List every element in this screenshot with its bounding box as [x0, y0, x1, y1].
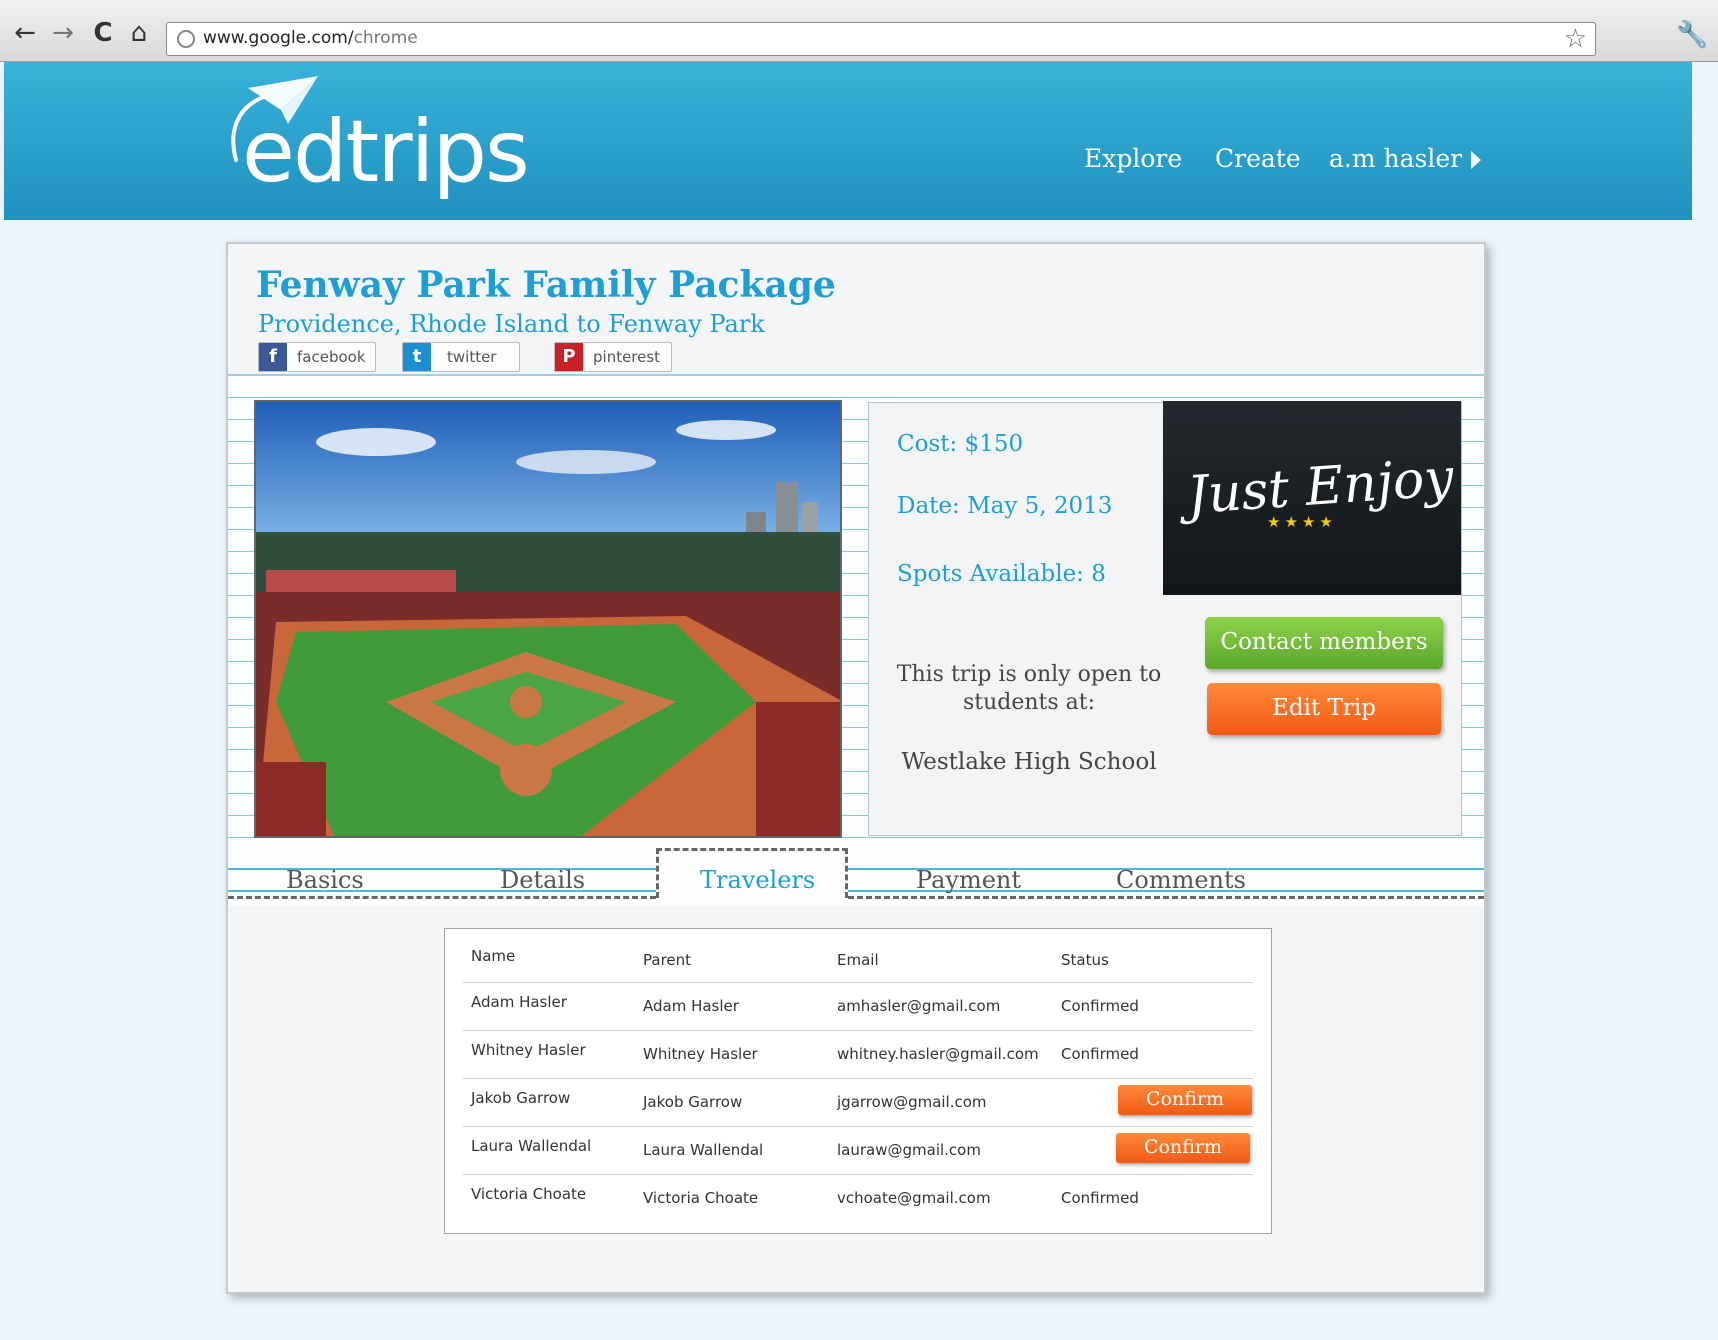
- trip-cost: Cost: $150: [897, 431, 1024, 457]
- header-email: Email: [837, 951, 879, 969]
- trip-date: Date: May 5, 2013: [897, 493, 1113, 519]
- traveler-email: amhasler@gmail.com: [837, 997, 1001, 1015]
- traveler-status: Confirmed: [1061, 997, 1139, 1015]
- trip-title: Fenway Park Family Package: [256, 264, 836, 306]
- traveler-parent: Laura Wallendal: [643, 1141, 764, 1159]
- reload-icon[interactable]: C: [88, 18, 118, 48]
- twitter-label: twitter: [447, 348, 497, 366]
- traveler-parent: Victoria Choate: [643, 1189, 759, 1207]
- traveler-parent: Jakob Garrow: [643, 1093, 743, 1111]
- nav-explore[interactable]: Explore: [1084, 144, 1182, 173]
- tab-rule-bottom: [228, 890, 1484, 892]
- traveler-name: Whitney Hasler: [471, 1041, 586, 1059]
- forward-icon[interactable]: →: [48, 18, 78, 48]
- banner-stars: ★★★★: [1267, 513, 1337, 531]
- address-bar[interactable]: www.google.com/chrome ☆: [166, 22, 1596, 56]
- header-name: Name: [471, 947, 516, 965]
- pinterest-icon: P: [555, 343, 583, 371]
- table-row: Victoria Choate Victoria Choate vchoate@…: [463, 1175, 1253, 1223]
- tab-comments[interactable]: Comments: [1116, 866, 1246, 894]
- wrench-icon[interactable]: 🔧: [1676, 20, 1708, 50]
- confirm-button[interactable]: Confirm: [1116, 1133, 1250, 1163]
- tab-travelers[interactable]: Travelers: [700, 866, 815, 894]
- traveler-email: whitney.hasler@gmail.com: [837, 1045, 1039, 1063]
- spots-available: Spots Available: 8: [897, 561, 1106, 587]
- travelers-table: Name Parent Email Status Adam Hasler Ada…: [444, 928, 1272, 1234]
- traveler-status: Confirmed: [1061, 1045, 1139, 1063]
- url-text: www.google.com/chrome: [203, 28, 418, 48]
- table-row: Adam Hasler Adam Hasler amhasler@gmail.c…: [463, 983, 1253, 1031]
- traveler-status: Confirmed: [1061, 1189, 1139, 1207]
- twitter-icon: t: [403, 343, 431, 371]
- facebook-icon: f: [259, 343, 287, 371]
- traveler-email: vchoate@gmail.com: [837, 1189, 991, 1207]
- share-twitter-button[interactable]: t twitter: [402, 342, 520, 372]
- trip-subtitle: Providence, Rhode Island to Fenway Park: [258, 310, 765, 338]
- table-row: Jakob Garrow Jakob Garrow jgarrow@gmail.…: [463, 1079, 1253, 1127]
- logo[interactable]: edtrips: [242, 102, 530, 202]
- tab-details[interactable]: Details: [500, 866, 585, 894]
- table-header-row: Name Parent Email Status: [463, 935, 1253, 983]
- traveler-name: Jakob Garrow: [471, 1089, 571, 1107]
- tab-basics[interactable]: Basics: [286, 866, 364, 894]
- traveler-parent: Adam Hasler: [643, 997, 739, 1015]
- traveler-name: Laura Wallendal: [471, 1137, 592, 1155]
- globe-icon: [177, 30, 195, 48]
- facebook-label: facebook: [297, 348, 366, 366]
- home-icon[interactable]: ⌂: [124, 18, 154, 48]
- restriction-text: This trip is only open to students at:: [896, 662, 1162, 715]
- tab-rule-top: [228, 868, 1484, 870]
- trip-photo: [254, 400, 842, 838]
- site-header: edtrips Explore Create a.m hasler: [4, 62, 1692, 220]
- traveler-email: lauraw@gmail.com: [837, 1141, 981, 1159]
- trip-info-panel: Cost: $150 Date: May 5, 2013 Spots Avail…: [868, 401, 1462, 836]
- traveler-name: Adam Hasler: [471, 993, 567, 1011]
- header-parent: Parent: [643, 951, 692, 969]
- caret-right-icon[interactable]: [1471, 151, 1481, 169]
- pinterest-label: pinterest: [593, 348, 661, 366]
- contact-members-button[interactable]: Contact members: [1205, 617, 1443, 669]
- confirm-button[interactable]: Confirm: [1118, 1085, 1252, 1115]
- traveler-parent: Whitney Hasler: [643, 1045, 758, 1063]
- traveler-name: Victoria Choate: [471, 1185, 587, 1203]
- share-facebook-button[interactable]: f facebook: [258, 342, 376, 372]
- trip-card: Fenway Park Family Package Providence, R…: [226, 242, 1486, 1294]
- bookmark-star-icon[interactable]: ☆: [1564, 24, 1587, 54]
- traveler-email: jgarrow@gmail.com: [837, 1093, 987, 1111]
- header-status: Status: [1061, 951, 1109, 969]
- table-row: Laura Wallendal Laura Wallendal lauraw@g…: [463, 1127, 1253, 1175]
- back-icon[interactable]: ←: [10, 18, 40, 48]
- just-enjoy-banner: Just Enjoy ★★★★: [1163, 401, 1461, 595]
- nav-user-menu[interactable]: a.m hasler: [1329, 144, 1462, 173]
- edit-trip-button[interactable]: Edit Trip: [1207, 683, 1441, 735]
- table-row: Whitney Hasler Whitney Hasler whitney.ha…: [463, 1031, 1253, 1079]
- tab-divider-left: [228, 896, 656, 899]
- school-name: Westlake High School: [901, 749, 1157, 775]
- share-pinterest-button[interactable]: P pinterest: [554, 342, 672, 372]
- tab-payment[interactable]: Payment: [916, 866, 1021, 894]
- nav-create[interactable]: Create: [1215, 144, 1301, 173]
- browser-toolbar: ← → C ⌂ www.google.com/chrome ☆ 🔧: [0, 0, 1718, 62]
- tab-divider-right: [848, 896, 1484, 899]
